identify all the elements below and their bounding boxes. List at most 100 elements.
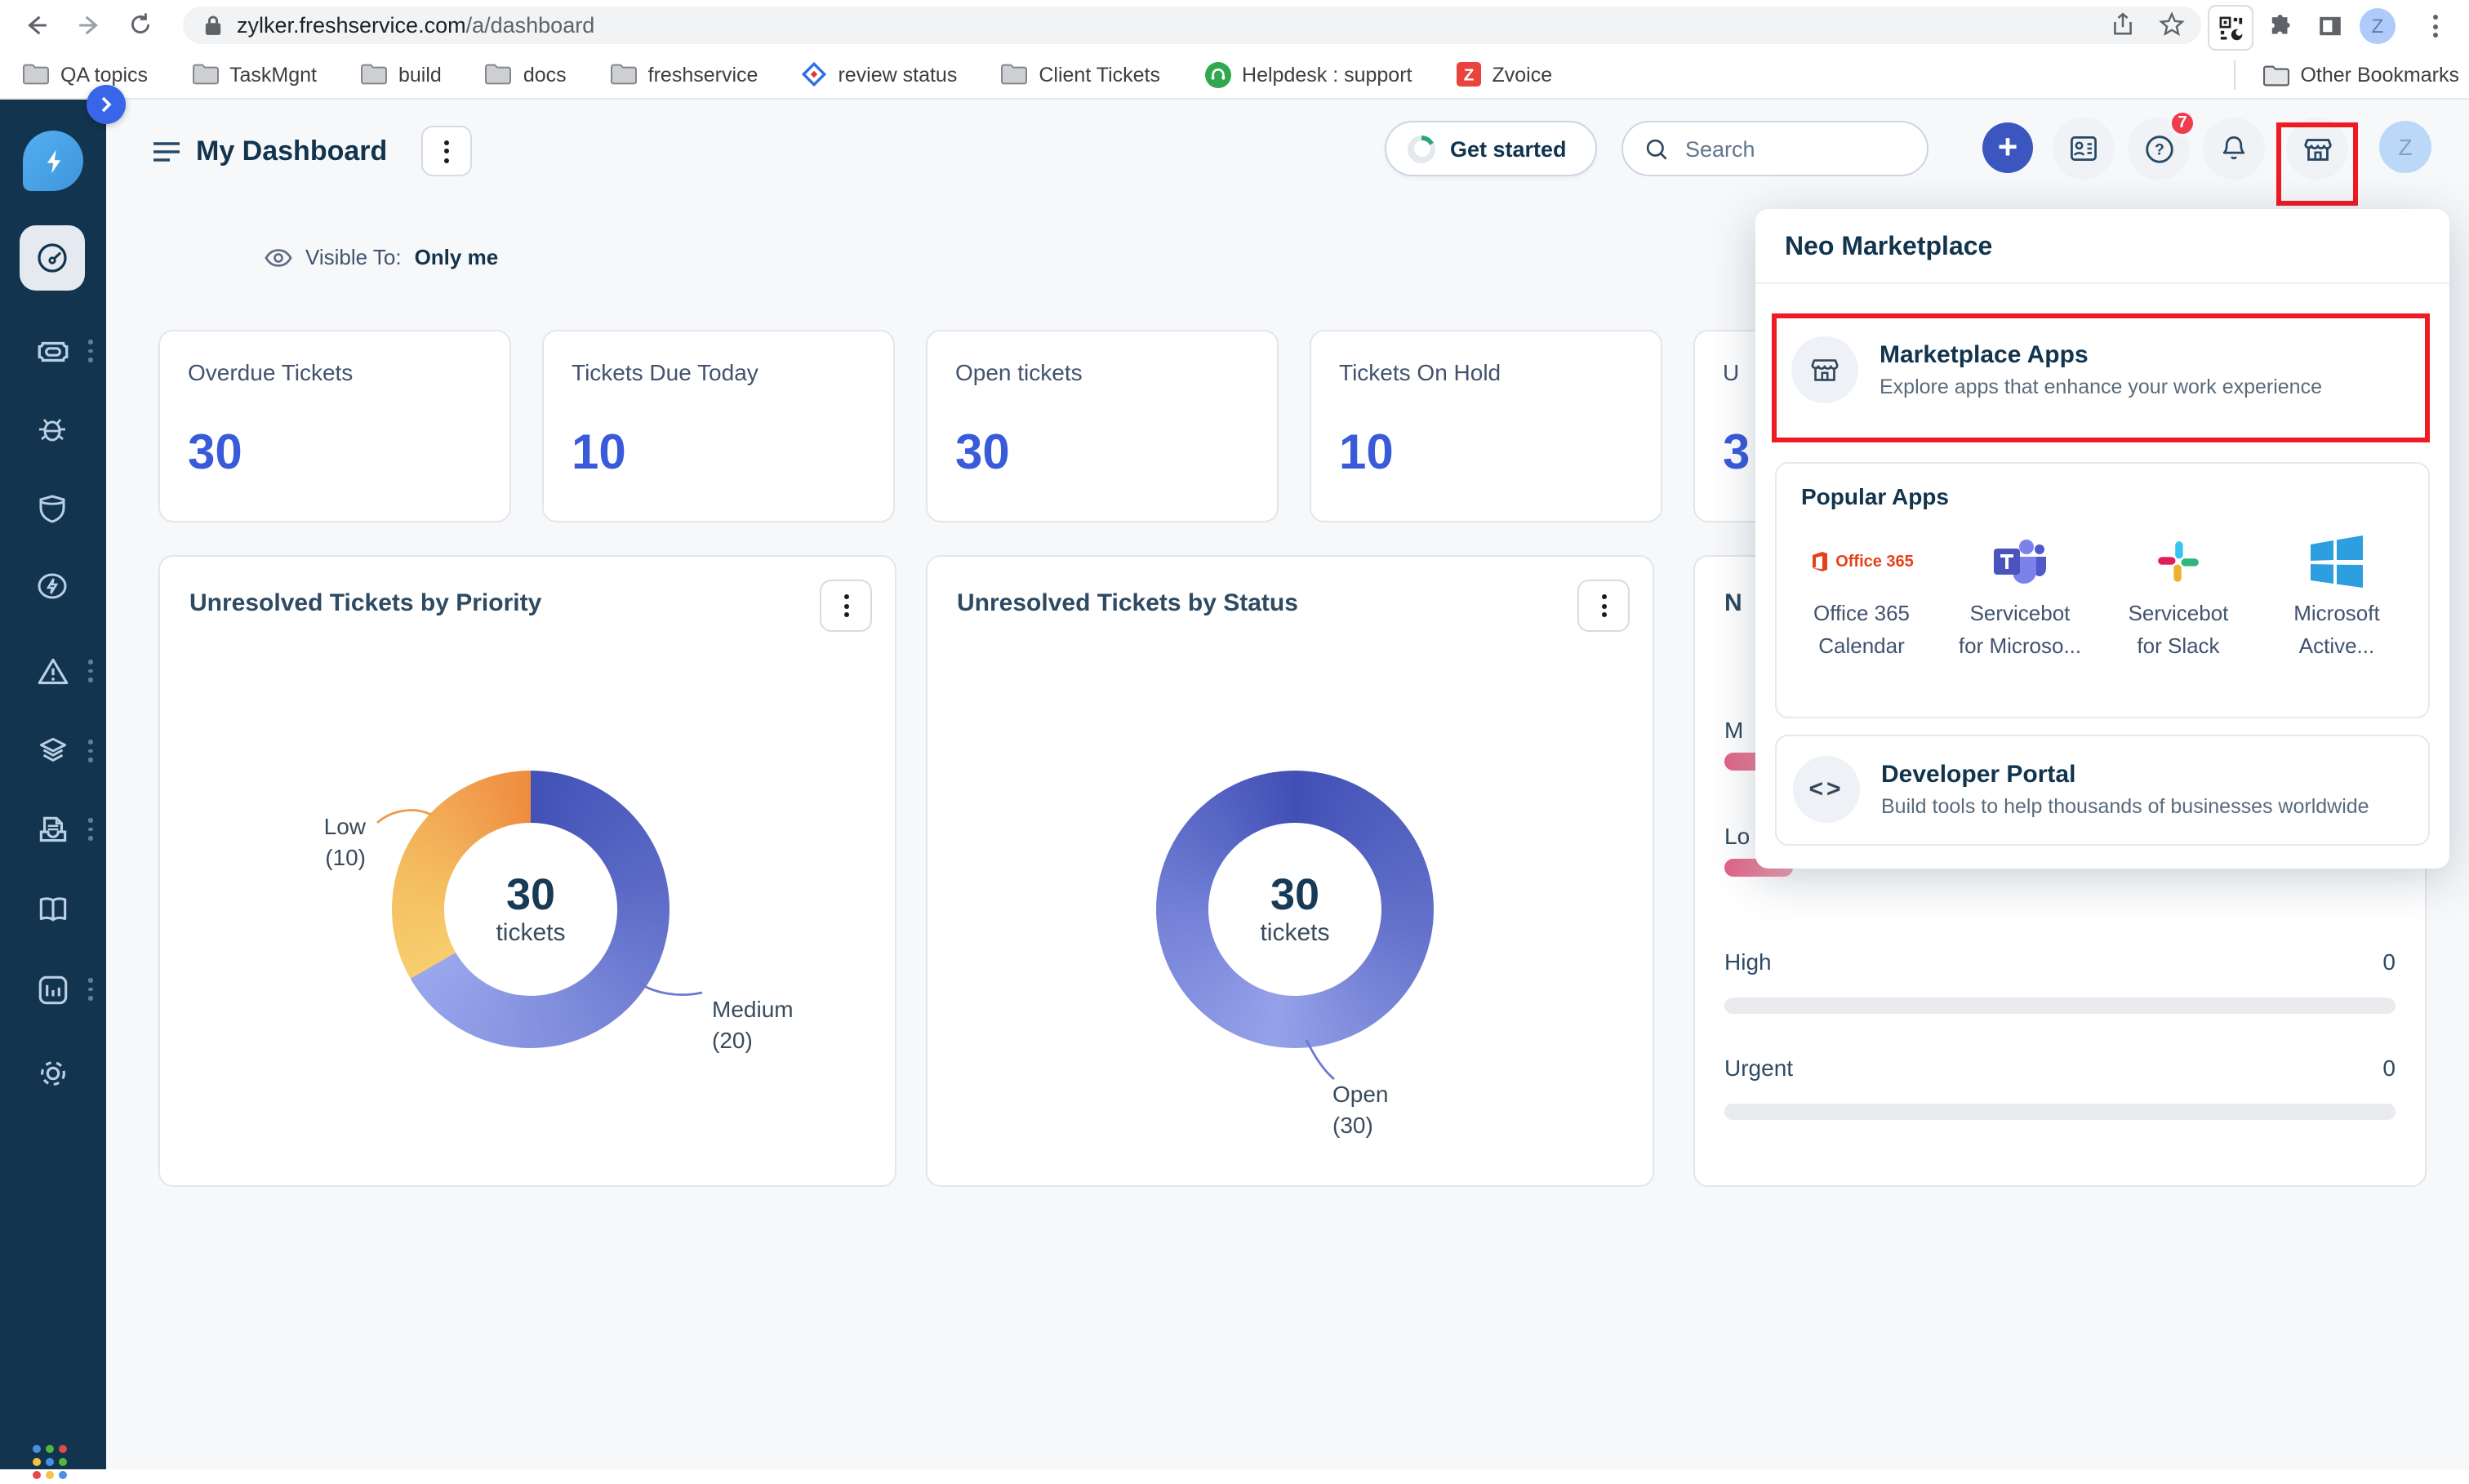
app-tile-servicebot-slack[interactable]: Servicebot for Slack xyxy=(2100,526,2257,661)
bolt-circle-icon xyxy=(34,568,70,604)
bolt-icon xyxy=(38,146,68,176)
tickets-kebab-icon[interactable] xyxy=(88,340,92,362)
chart-title: Unresolved Tickets by Priority xyxy=(189,589,541,617)
dashboard-kebab-button[interactable] xyxy=(421,126,472,176)
review-status-icon xyxy=(802,62,826,87)
reload-icon[interactable] xyxy=(121,5,160,44)
sidebar-item-tickets[interactable] xyxy=(20,318,85,384)
sidebar-item-problems[interactable] xyxy=(20,397,85,462)
app-tile-servicebot-teams[interactable]: Servicebot for Microso... xyxy=(1942,526,2098,661)
book-icon xyxy=(33,891,71,928)
widget-title-fragment: N xyxy=(1724,589,1742,617)
eye-icon xyxy=(265,247,292,267)
extensions-puzzle-icon[interactable] xyxy=(2258,5,2301,47)
bookmark-review-status[interactable]: review status xyxy=(802,62,957,87)
new-item-button[interactable]: + xyxy=(1982,122,2033,173)
qr-extension-icon[interactable] xyxy=(2208,5,2253,51)
office365-icon: Office 365 xyxy=(1809,526,1914,598)
metric-card-overdue[interactable]: Overdue Tickets 30 xyxy=(158,330,511,522)
svg-text:?: ? xyxy=(2154,141,2164,158)
screen: zylker.freshservice.com/a/dashboard Z QA… xyxy=(0,0,2469,1469)
forward-icon[interactable] xyxy=(69,5,108,44)
dashboard-list-icon[interactable] xyxy=(152,140,181,163)
metric-card-open[interactable]: Open tickets 30 xyxy=(926,330,1279,522)
url-host: zylker.freshservice.com xyxy=(237,13,466,38)
sidebar-item-releases[interactable] xyxy=(20,475,85,540)
other-bookmarks[interactable]: Other Bookmarks xyxy=(2233,51,2459,100)
metric-card-due-today[interactable]: Tickets Due Today 10 xyxy=(542,330,895,522)
share-icon[interactable] xyxy=(2110,11,2136,38)
page-title: My Dashboard xyxy=(196,136,387,168)
metric-card-on-hold[interactable]: Tickets On Hold 10 xyxy=(1310,330,1662,522)
svg-text:Z: Z xyxy=(1463,66,1474,85)
dashboard-gauge-icon xyxy=(34,240,70,276)
alerts-kebab-icon[interactable] xyxy=(88,660,92,682)
app-switcher-icon[interactable] xyxy=(33,1445,72,1484)
chart-kebab-button[interactable] xyxy=(820,580,872,632)
folder-icon xyxy=(192,64,218,85)
bookmark-freshservice[interactable]: freshservice xyxy=(611,63,758,86)
chart-card-priority: Unresolved Tickets by Priority 30 ticket… xyxy=(158,555,896,1187)
helpdesk-icon xyxy=(1204,61,1230,87)
services-kebab-icon[interactable] xyxy=(88,740,92,762)
browser-profile-avatar[interactable]: Z xyxy=(2360,8,2396,44)
search-box[interactable] xyxy=(1622,121,1928,176)
sidebar-expand-button[interactable] xyxy=(87,85,126,124)
notifications-button[interactable] xyxy=(2203,118,2265,180)
sidebar-item-dashboard[interactable] xyxy=(20,225,85,291)
agent-switch-button[interactable] xyxy=(2053,118,2115,180)
sidebar-item-alerts[interactable] xyxy=(20,638,85,704)
bar-label-fragment-lo: Lo xyxy=(1724,823,1750,849)
freshservice-logo[interactable] xyxy=(23,131,83,191)
alert-triangle-icon xyxy=(33,652,71,690)
marketplace-highlight-box xyxy=(2276,122,2358,206)
donut-center: 30 tickets xyxy=(1208,823,1381,996)
help-button[interactable]: ? 7 xyxy=(2128,118,2190,180)
bookmark-taskmgnt[interactable]: TaskMgnt xyxy=(192,63,317,86)
marketplace-apps-item[interactable]: Marketplace Apps Explore apps that enhan… xyxy=(1791,336,2412,403)
app-tile-office365-calendar[interactable]: Office 365 Office 365 Calendar xyxy=(1783,526,1940,661)
kebab-icon xyxy=(1601,594,1606,617)
user-avatar[interactable]: Z xyxy=(2379,121,2431,173)
donut-center: 30 tickets xyxy=(444,823,617,996)
chart-kebab-button[interactable] xyxy=(1577,580,1630,632)
medium-callout-line xyxy=(630,975,705,1001)
sidebar-item-analytics[interactable] xyxy=(20,957,85,1022)
sidebar-item-admin[interactable] xyxy=(20,1040,85,1105)
bar-track-urgent xyxy=(1724,1104,2396,1120)
bar-label-urgent: Urgent xyxy=(1724,1055,1793,1081)
get-started-button[interactable]: Get started xyxy=(1385,121,1597,176)
user-avatar-initial: Z xyxy=(2398,134,2412,160)
bookmark-zvoice[interactable]: Z Zvoice xyxy=(1457,62,1553,87)
analytics-kebab-icon[interactable] xyxy=(88,978,92,1000)
address-bar[interactable]: zylker.freshservice.com/a/dashboard xyxy=(183,7,2201,44)
bookmark-star-icon[interactable] xyxy=(2159,11,2185,38)
sidebar-item-changes[interactable] xyxy=(20,553,85,619)
sidebar-item-assets[interactable] xyxy=(20,797,85,862)
sidebar-item-solutions[interactable] xyxy=(20,877,85,942)
bookmark-client-tickets[interactable]: Client Tickets xyxy=(1001,63,1160,86)
app-tile-microsoft-active[interactable]: Microsoft Active... xyxy=(2258,526,2415,661)
ms-teams-icon xyxy=(1992,526,2048,598)
side-panel-icon[interactable] xyxy=(2309,5,2351,47)
bar-chart-icon xyxy=(33,971,71,1008)
bar-label-high: High xyxy=(1724,949,1772,975)
developer-portal-section[interactable]: <> Developer Portal Build tools to help … xyxy=(1775,735,2430,846)
back-icon[interactable] xyxy=(16,5,56,44)
sidebar-item-services[interactable] xyxy=(20,718,85,784)
browser-menu-kebab-icon[interactable] xyxy=(2413,5,2456,47)
bookmark-docs[interactable]: docs xyxy=(486,63,567,86)
bookmark-qa-topics[interactable]: QA topics xyxy=(23,63,148,86)
shield-icon xyxy=(34,490,70,526)
slice-label-medium: Medium(20) xyxy=(712,994,794,1056)
visibility-value[interactable]: Only me xyxy=(415,245,499,269)
panel-divider xyxy=(1755,282,2449,284)
search-icon xyxy=(1644,136,1669,161)
search-input[interactable] xyxy=(1682,135,1901,162)
bookmark-build[interactable]: build xyxy=(361,63,442,86)
chevron-right-icon xyxy=(98,96,114,113)
bookmark-helpdesk-support[interactable]: Helpdesk : support xyxy=(1204,61,1412,87)
contact-list-icon xyxy=(2067,132,2100,165)
assets-kebab-icon[interactable] xyxy=(88,818,92,840)
developer-portal-item[interactable]: <> Developer Portal Build tools to help … xyxy=(1793,756,2413,823)
